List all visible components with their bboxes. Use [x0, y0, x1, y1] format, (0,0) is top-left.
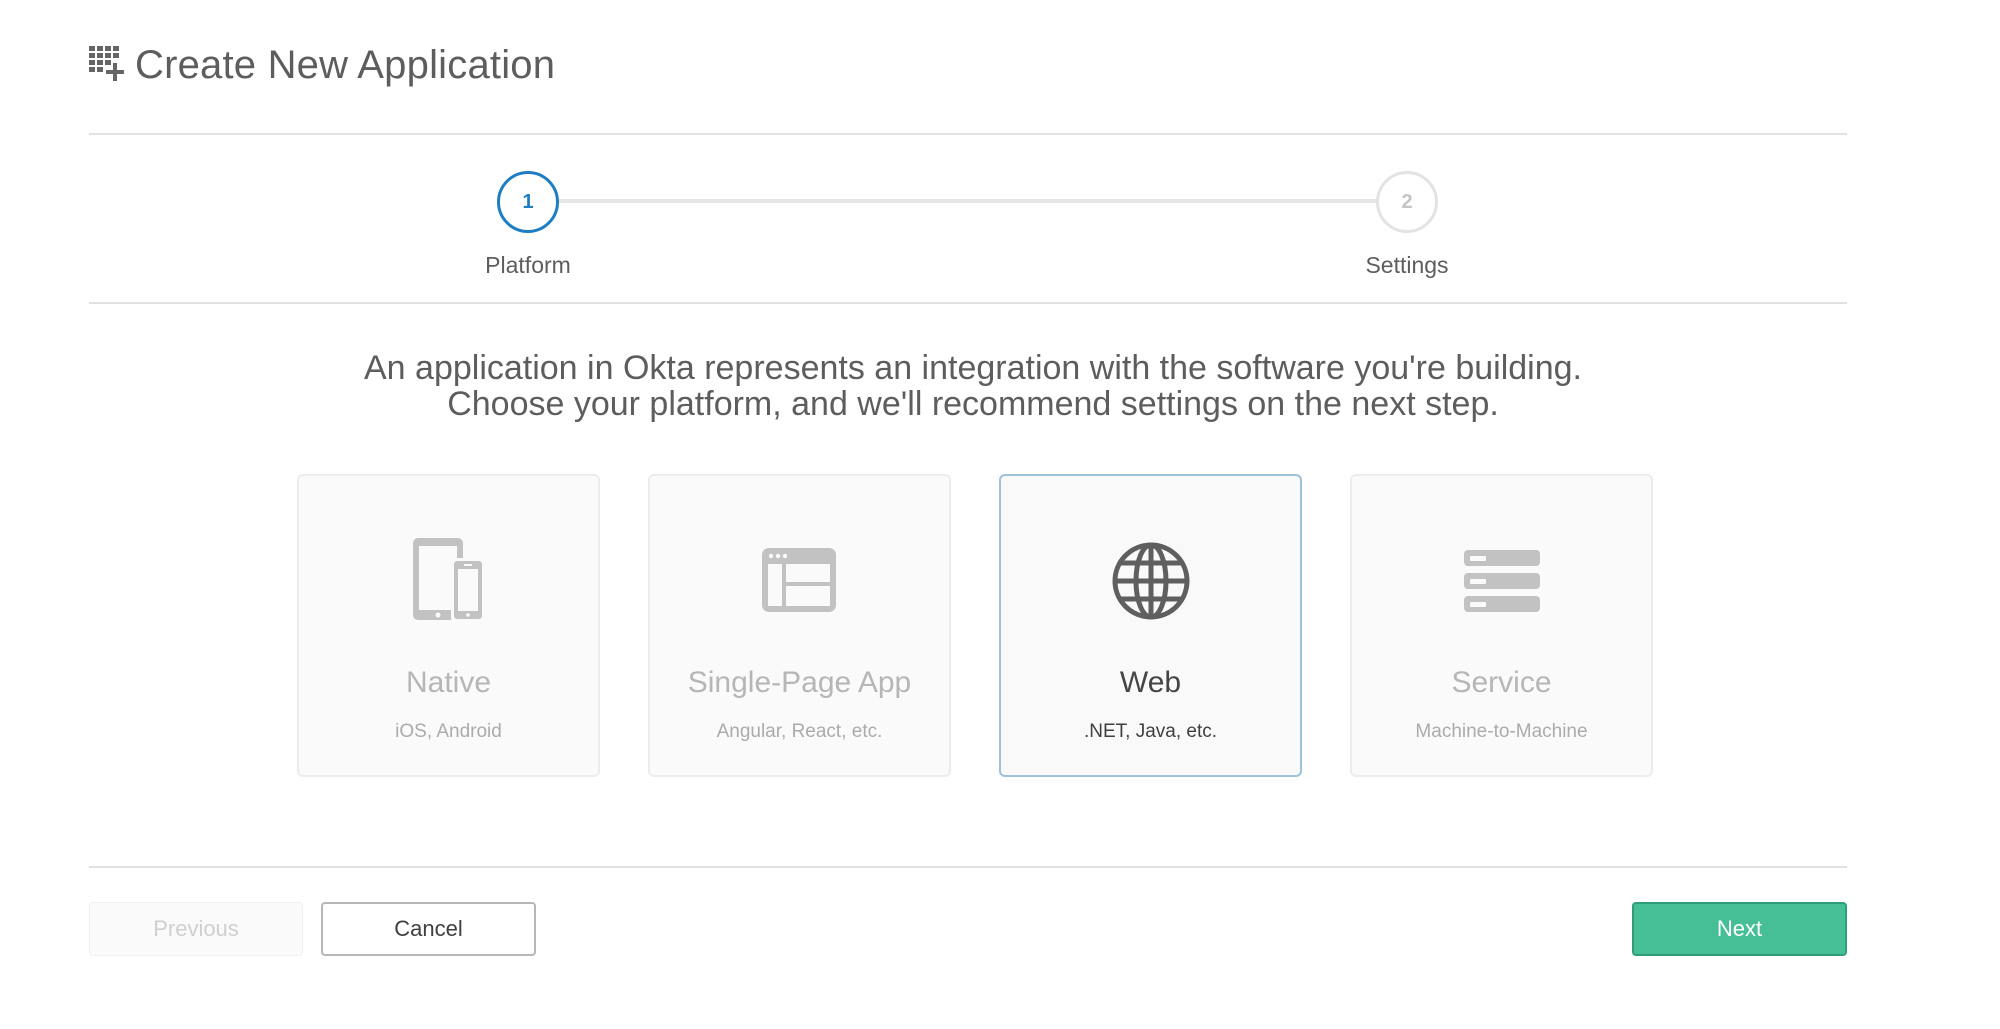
intro-line-1: An application in Okta represents an int…: [364, 349, 1582, 387]
footer-divider: [89, 866, 1847, 868]
devices-icon: [299, 536, 598, 626]
platform-title: Native: [405, 666, 492, 699]
step-1-label: Platform: [485, 252, 571, 278]
previous-button[interactable]: Previous: [89, 902, 303, 956]
page-title: Create New Application: [135, 42, 556, 87]
globe-icon: [1001, 536, 1300, 626]
platform-title: Service: [1451, 666, 1552, 699]
create-application-page: Create New Application 1 Platform 2 Sett…: [0, 0, 2000, 1029]
platform-card-native[interactable]: Native iOS, Android: [297, 474, 600, 777]
grid-plus-icon: [89, 46, 124, 81]
server-stack-icon: [1352, 536, 1651, 626]
platform-title: Single-Page App: [687, 666, 912, 699]
platform-card-single-page-app[interactable]: Single-Page App Angular, React, etc.: [648, 474, 951, 777]
stepper-divider: [89, 302, 1847, 304]
header-divider: [89, 133, 1847, 135]
platform-card-service[interactable]: Service Machine-to-Machine: [1350, 474, 1653, 777]
page-header: Create New Application: [89, 40, 555, 90]
intro-line-2: Choose your platform, and we'll recommen…: [447, 385, 1499, 423]
next-button[interactable]: Next: [1632, 902, 1847, 956]
platform-subtitle: iOS, Android: [395, 721, 502, 742]
cancel-button[interactable]: Cancel: [321, 902, 536, 956]
stepper-track: [558, 199, 1408, 203]
step-1-indicator: 1: [497, 171, 559, 233]
browser-window-icon: [650, 536, 949, 626]
step-2-label: Settings: [1365, 252, 1449, 278]
intro-text: An application in Okta represents an int…: [0, 350, 1946, 422]
platform-subtitle: .NET, Java, etc.: [1083, 721, 1218, 742]
platform-title: Web: [1119, 666, 1182, 699]
platform-subtitle: Machine-to-Machine: [1415, 721, 1588, 742]
platform-subtitle: Angular, React, etc.: [716, 721, 883, 742]
platform-card-web[interactable]: Web .NET, Java, etc.: [999, 474, 1302, 777]
step-2-indicator: 2: [1376, 171, 1438, 233]
